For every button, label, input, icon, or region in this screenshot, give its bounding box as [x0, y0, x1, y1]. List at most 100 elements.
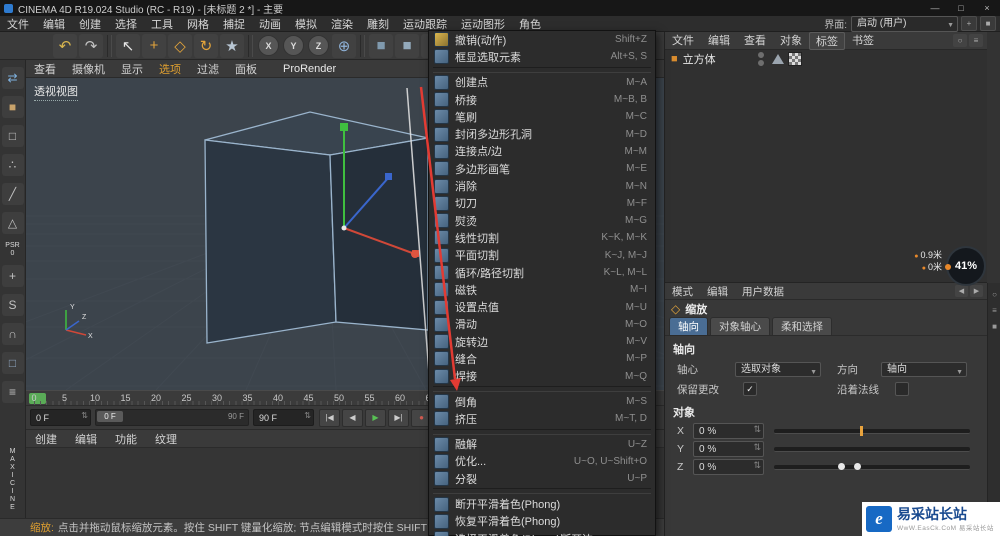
attr-prev-icon[interactable]: ◀: [955, 285, 968, 297]
axis-percent-field[interactable]: 0 % ⇅: [693, 459, 764, 475]
object-manager-menu-item[interactable]: 标签: [809, 31, 845, 50]
goto-end-button[interactable]: ▶|: [388, 408, 409, 427]
viewport-menu-item[interactable]: 过滤: [189, 61, 227, 77]
menubar-item[interactable]: 工具: [144, 16, 180, 32]
menubar-item[interactable]: 网格: [180, 16, 216, 32]
attribute-menu-item[interactable]: 模式: [665, 284, 700, 299]
menubar-item[interactable]: 渲染: [324, 16, 360, 32]
context-menu-item[interactable]: 选择平滑着色(Phong)断开边: [429, 530, 655, 536]
context-menu-item[interactable]: 旋转边 M~V: [429, 333, 655, 350]
viewport-menu-item[interactable]: ProRender: [275, 63, 344, 75]
context-menu-item[interactable]: 优化... U~O, U~Shift+O: [429, 453, 655, 470]
context-menu-item[interactable]: 封闭多边形孔洞 M~D: [429, 125, 655, 142]
menubar-item[interactable]: 模拟: [288, 16, 324, 32]
context-menu-item[interactable]: 设置点值 M~U: [429, 298, 655, 315]
context-menu-item[interactable]: 创建点 M~A: [429, 74, 655, 91]
coordinate-system-icon[interactable]: ⊕: [332, 33, 356, 58]
object-manager-menu-item[interactable]: 文件: [665, 32, 701, 50]
visibility-dots[interactable]: [757, 51, 764, 67]
object-manager-menu-item[interactable]: 查看: [737, 32, 773, 50]
model-mode-icon[interactable]: ■: [1, 96, 24, 118]
redo-icon[interactable]: ↷: [79, 33, 103, 58]
strip-panel-icon[interactable]: ■: [990, 321, 1000, 331]
undo-icon[interactable]: ↶: [53, 33, 77, 58]
prev-frame-button[interactable]: ◀: [342, 408, 363, 427]
attribute-tab[interactable]: 对象轴心: [710, 317, 770, 335]
context-menu-item[interactable]: 连接点/边 M~M: [429, 143, 655, 160]
point-mode-icon[interactable]: ∴: [1, 154, 24, 176]
context-menu-item[interactable]: 消除 M~N: [429, 177, 655, 194]
axis-select[interactable]: 选取对象 ▼: [735, 361, 821, 377]
render-view-icon[interactable]: ■: [369, 33, 393, 58]
spinner-icon[interactable]: ⇅: [81, 411, 88, 420]
context-menu-item[interactable]: 倒角 M~S: [429, 393, 655, 410]
axis-z-button[interactable]: Z: [308, 35, 329, 56]
axis-percent-field[interactable]: 0 % ⇅: [693, 441, 764, 457]
axis-slider[interactable]: [774, 462, 970, 470]
menubar-item[interactable]: 选择: [108, 16, 144, 32]
layout-panels-icon[interactable]: ■: [980, 16, 996, 31]
attr-next-icon[interactable]: ▶: [970, 285, 983, 297]
object-name[interactable]: 立方体: [683, 51, 716, 67]
context-menu-item[interactable]: 熨烫 M~G: [429, 212, 655, 229]
play-button[interactable]: ▶: [365, 408, 386, 427]
goto-start-button[interactable]: |◀: [319, 408, 340, 427]
visibility-dot-editor[interactable]: [757, 52, 764, 58]
layers-icon[interactable]: ≡: [1, 381, 24, 403]
om-search-icon[interactable]: ○: [953, 34, 967, 47]
material-menu-item[interactable]: 创建: [26, 431, 66, 447]
texture-mode-icon[interactable]: □: [1, 125, 24, 147]
close-button[interactable]: ×: [974, 0, 1000, 16]
viewport-menu-item[interactable]: 显示: [113, 61, 151, 77]
context-menu-item[interactable]: 融解 U~Z: [429, 436, 655, 453]
object-manager-menu-item[interactable]: 书签: [845, 32, 881, 50]
strip-menu-icon[interactable]: ≡: [990, 305, 1000, 315]
axis-slider[interactable]: [774, 446, 970, 452]
context-menu-item[interactable]: 切刀 M~F: [429, 195, 655, 212]
edge-mode-icon[interactable]: ╱: [1, 183, 24, 205]
object-manager-menu-item[interactable]: 编辑: [701, 32, 737, 50]
spinner-icon[interactable]: ⇅: [753, 424, 761, 435]
object-manager-tree[interactable]: ■ 立方体: [665, 50, 987, 282]
material-menu-item[interactable]: 编辑: [66, 431, 106, 447]
menubar-item[interactable]: 捕捉: [216, 16, 252, 32]
viewport-label[interactable]: 透视视图: [34, 83, 78, 101]
layout-add-icon[interactable]: +: [961, 16, 977, 31]
context-menu-item[interactable]: 多边形画笔 M~E: [429, 160, 655, 177]
spinner-icon[interactable]: ⇅: [304, 411, 311, 420]
strip-search-icon[interactable]: ○: [990, 289, 1000, 299]
convert-editable-icon[interactable]: ⇄: [1, 67, 24, 89]
attribute-menu-item[interactable]: 用户数据: [735, 284, 791, 299]
viewport-menu-item[interactable]: 面板: [227, 61, 265, 77]
polygon-mode-icon[interactable]: △: [1, 212, 24, 234]
retain-changes-checkbox[interactable]: ✓: [743, 382, 757, 396]
uv-tag-icon[interactable]: [787, 52, 802, 66]
menubar-item[interactable]: 动画: [252, 16, 288, 32]
enable-axis-icon[interactable]: +: [1, 265, 24, 287]
viewport-menu-item[interactable]: 选项: [151, 61, 189, 77]
render-picture-viewer-icon[interactable]: ■: [395, 33, 419, 58]
attribute-tab[interactable]: 柔和选择: [772, 317, 832, 335]
end-frame-field[interactable]: 90 F ⇅: [253, 409, 314, 426]
axis-slider[interactable]: [774, 425, 970, 436]
context-menu-item[interactable]: 桥接 M~B, B: [429, 91, 655, 108]
context-menu-item[interactable]: 撤销(动作) Shift+Z: [429, 31, 655, 48]
om-filter-icon[interactable]: ≡: [969, 34, 983, 47]
context-menu-item[interactable]: 分裂 U~P: [429, 470, 655, 487]
axis-y-button[interactable]: Y: [283, 35, 304, 56]
material-menu-item[interactable]: 纹理: [146, 431, 186, 447]
context-menu-item[interactable]: 恢复平滑着色(Phong): [429, 513, 655, 530]
along-normals-checkbox[interactable]: [895, 382, 909, 396]
context-menu-item[interactable]: 线性切割 K~K, M~K: [429, 229, 655, 246]
axis-x-button[interactable]: X: [258, 35, 279, 56]
context-menu-item[interactable]: 挤压 M~T, D: [429, 410, 655, 427]
spinner-icon[interactable]: ⇅: [753, 442, 761, 453]
object-row-cube[interactable]: ■ 立方体: [665, 50, 987, 68]
menubar-item[interactable]: 编辑: [36, 16, 72, 32]
polygon-tag-icon[interactable]: [771, 54, 784, 64]
frame-range-slider[interactable]: 0 F 90 F: [95, 409, 249, 426]
viewport-menu-item[interactable]: 摄像机: [64, 61, 113, 77]
viewport-solo-icon[interactable]: S: [1, 294, 24, 316]
rotate-icon[interactable]: ↻: [194, 33, 218, 58]
attribute-tab[interactable]: 轴向: [669, 317, 708, 335]
